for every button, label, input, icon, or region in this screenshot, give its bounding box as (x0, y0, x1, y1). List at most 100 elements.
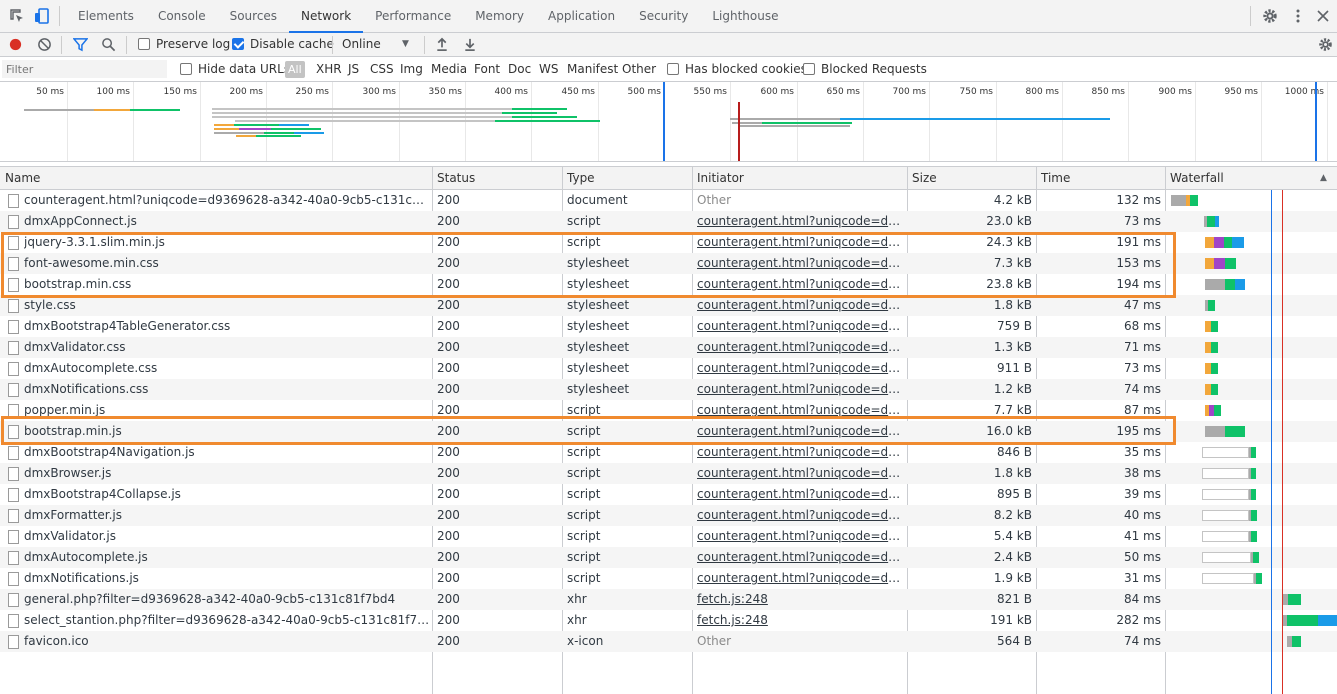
sort-ascending-icon[interactable]: ▲ (1320, 167, 1327, 190)
request-initiator-link[interactable]: counteragent.html?uniqcode=d9369... (697, 568, 903, 589)
tab-elements[interactable]: Elements (66, 0, 146, 33)
clear-icon[interactable] (37, 37, 52, 52)
request-initiator-link[interactable]: counteragent.html?uniqcode=d9369... (697, 484, 903, 505)
filter-type-manifest[interactable]: Manifest (567, 57, 618, 82)
request-initiator-link[interactable]: counteragent.html?uniqcode=d9369... (697, 526, 903, 547)
filter-type-media[interactable]: Media (431, 57, 467, 82)
overview-tick: 650 ms (826, 87, 861, 97)
blocked-requests-checkbox[interactable]: Blocked Requests (803, 57, 927, 82)
chevron-down-icon: ▼ (402, 39, 409, 49)
inspect-element-icon[interactable] (9, 8, 25, 24)
table-row[interactable]: dmxFormatter.js 200 script counteragent.… (0, 505, 1337, 526)
request-initiator-link[interactable]: counteragent.html?uniqcode=d9369... (697, 337, 903, 358)
table-row[interactable]: dmxBootstrap4Collapse.js 200 script coun… (0, 484, 1337, 505)
request-initiator-link[interactable]: counteragent.html?uniqcode=d9369... (697, 211, 903, 232)
import-har-icon[interactable] (435, 37, 449, 52)
table-row[interactable]: dmxBrowser.js 200 script counteragent.ht… (0, 463, 1337, 484)
network-settings-gear-icon[interactable] (1318, 37, 1333, 52)
more-options-icon[interactable] (1290, 8, 1306, 24)
column-header-waterfall[interactable]: Waterfall (1165, 167, 1224, 190)
tab-lighthouse[interactable]: Lighthouse (700, 0, 790, 33)
tab-console[interactable]: Console (146, 0, 218, 33)
request-initiator-link[interactable]: counteragent.html?uniqcode=d9369... (697, 295, 903, 316)
table-row[interactable]: dmxBootstrap4Navigation.js 200 script co… (0, 442, 1337, 463)
table-row[interactable]: counteragent.html?uniqcode=d9369628-a342… (0, 190, 1337, 211)
request-type: script (567, 529, 601, 543)
request-initiator-link[interactable]: fetch.js:248 (697, 610, 903, 631)
column-header-time[interactable]: Time (1036, 167, 1070, 190)
waterfall-ttfb-bar (1207, 216, 1215, 227)
request-status: 200 (437, 193, 460, 207)
request-type: stylesheet (567, 382, 630, 396)
highlight-box (1, 232, 1176, 298)
has-blocked-cookies-checkbox[interactable]: Has blocked cookies (667, 57, 807, 82)
overview-tick: 750 ms (959, 87, 994, 97)
request-initiator-link[interactable]: counteragent.html?uniqcode=d9369... (697, 358, 903, 379)
filter-type-font[interactable]: Font (474, 57, 500, 82)
filter-type-ws[interactable]: WS (539, 57, 558, 82)
settings-gear-icon[interactable] (1262, 8, 1278, 24)
filter-type-css[interactable]: CSS (370, 57, 394, 82)
filter-type-other[interactable]: Other (622, 57, 656, 82)
table-row[interactable]: favicon.ico 200 x-icon Other 564 B 74 ms (0, 631, 1337, 652)
filter-input[interactable] (2, 60, 167, 78)
column-header-initiator[interactable]: Initiator (692, 167, 744, 190)
tab-security[interactable]: Security (627, 0, 700, 33)
table-row[interactable]: dmxNotifications.css 200 stylesheet coun… (0, 379, 1337, 400)
request-initiator-link[interactable]: fetch.js:248 (697, 589, 903, 610)
preserve-log-checkbox[interactable]: Preserve log (138, 33, 230, 56)
close-devtools-icon[interactable] (1315, 8, 1331, 24)
tab-network[interactable]: Network (289, 0, 364, 33)
request-initiator-link[interactable]: counteragent.html?uniqcode=d9369... (697, 442, 903, 463)
filter-type-js[interactable]: JS (348, 57, 359, 82)
table-row[interactable]: general.php?filter=d9369628-a342-40a0-9c… (0, 589, 1337, 610)
throttling-select[interactable]: Online ▼ (342, 33, 416, 56)
disable-cache-checkbox[interactable]: Disable cache (232, 33, 334, 56)
table-row[interactable]: dmxValidator.css 200 stylesheet countera… (0, 337, 1337, 358)
hide-data-urls-checkbox[interactable]: Hide data URLs (180, 57, 290, 82)
waterfall-queued-bar (1202, 573, 1254, 584)
table-row[interactable]: style.css 200 stylesheet counteragent.ht… (0, 295, 1337, 316)
waterfall-domcontentloaded-line (1271, 190, 1272, 694)
blocked-requests-box[interactable] (803, 63, 815, 75)
search-icon[interactable] (101, 37, 116, 52)
request-initiator-link[interactable]: counteragent.html?uniqcode=d9369... (697, 379, 903, 400)
timeline-overview[interactable]: 50 ms 100 ms 150 ms 200 ms 250 ms 300 ms… (0, 82, 1337, 162)
tab-memory[interactable]: Memory (463, 0, 536, 33)
table-row[interactable]: dmxNotifications.js 200 script counterag… (0, 568, 1337, 589)
tab-sources[interactable]: Sources (218, 0, 289, 33)
export-har-icon[interactable] (463, 37, 477, 52)
column-header-status[interactable]: Status (432, 167, 475, 190)
filter-icon[interactable] (73, 37, 88, 52)
column-header-type[interactable]: Type (562, 167, 595, 190)
waterfall-ttfb-bar (1288, 594, 1301, 605)
table-row[interactable]: select_stantion.php?filter=d9369628-a342… (0, 610, 1337, 631)
request-initiator-link[interactable]: counteragent.html?uniqcode=d9369... (697, 316, 903, 337)
has-blocked-cookies-box[interactable] (667, 63, 679, 75)
table-row[interactable]: dmxAutocomplete.js 200 script counterage… (0, 547, 1337, 568)
script-file-icon (8, 488, 19, 502)
filter-type-all[interactable]: All (285, 61, 305, 78)
tab-application[interactable]: Application (536, 0, 627, 33)
table-row[interactable]: dmxAppConnect.js 200 script counteragent… (0, 211, 1337, 232)
waterfall-connect-bar (1214, 237, 1224, 248)
waterfall-ttfb-bar (1253, 552, 1259, 563)
hide-data-urls-box[interactable] (180, 63, 192, 75)
filter-type-img[interactable]: Img (400, 57, 423, 82)
filter-type-doc[interactable]: Doc (508, 57, 531, 82)
request-initiator-link[interactable]: counteragent.html?uniqcode=d9369... (697, 505, 903, 526)
column-header-name[interactable]: Name (0, 167, 40, 190)
table-row[interactable]: dmxAutocomplete.css 200 stylesheet count… (0, 358, 1337, 379)
disable-cache-box[interactable] (232, 38, 244, 50)
request-initiator-link[interactable]: counteragent.html?uniqcode=d9369... (697, 547, 903, 568)
table-row[interactable]: dmxBootstrap4TableGenerator.css 200 styl… (0, 316, 1337, 337)
request-size: 564 B (997, 634, 1032, 648)
filter-type-xhr[interactable]: XHR (316, 57, 342, 82)
table-row[interactable]: dmxValidator.js 200 script counteragent.… (0, 526, 1337, 547)
tab-performance[interactable]: Performance (363, 0, 463, 33)
request-initiator-link[interactable]: counteragent.html?uniqcode=d9369... (697, 463, 903, 484)
device-toolbar-icon[interactable] (34, 8, 50, 24)
column-header-size[interactable]: Size (907, 167, 937, 190)
preserve-log-box[interactable] (138, 38, 150, 50)
record-icon[interactable] (8, 37, 23, 52)
